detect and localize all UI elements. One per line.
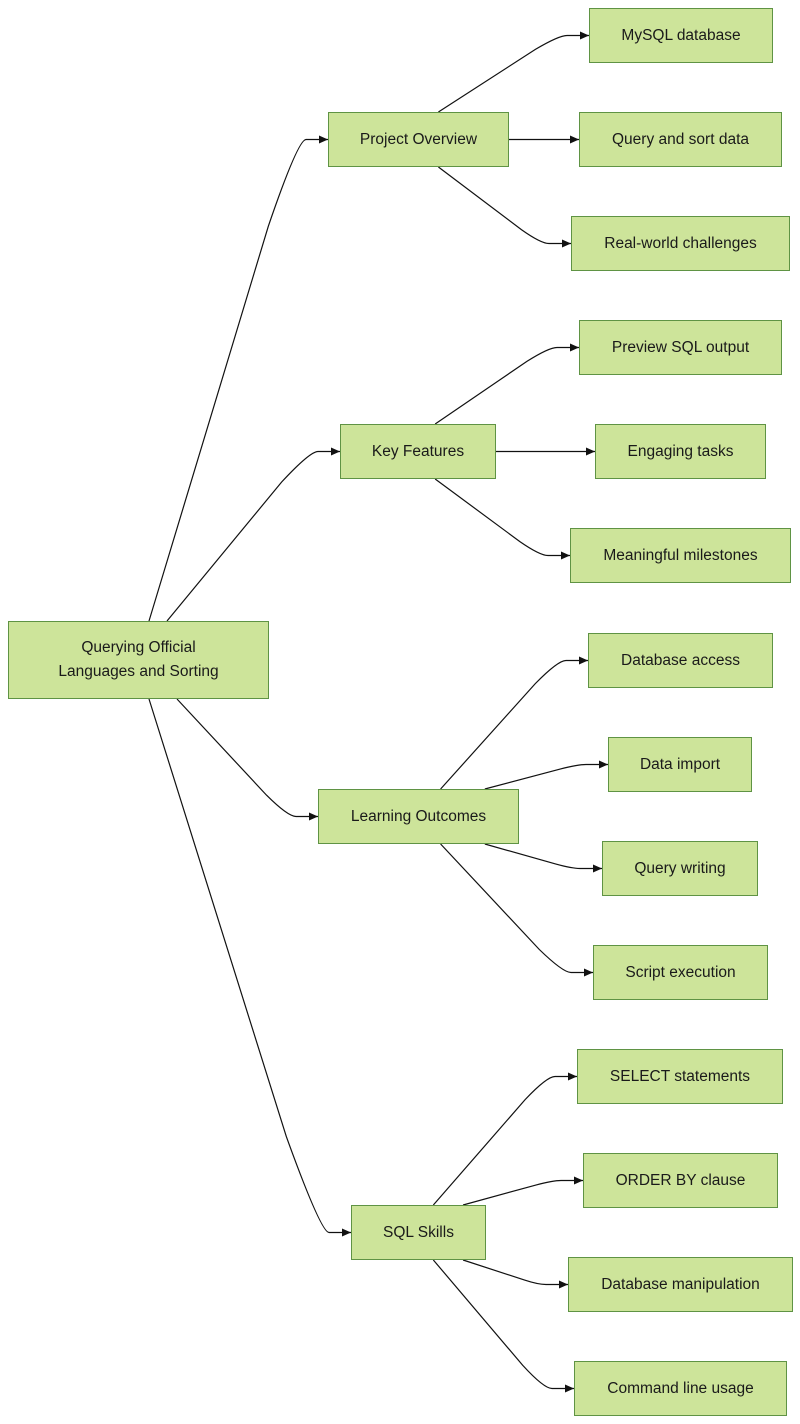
leaf-node-real-world-challenges[interactable]: Real-world challenges bbox=[571, 216, 790, 271]
leaf-node-data-import[interactable]: Data import bbox=[608, 737, 752, 792]
node-label: Query writing bbox=[634, 859, 726, 877]
edge-sql-skills-to-order-by-clause bbox=[462, 1176, 583, 1206]
node-label: Project Overview bbox=[359, 130, 478, 148]
node-label: Script execution bbox=[625, 963, 736, 981]
node-label: Key Features bbox=[371, 442, 465, 460]
edge-root-to-project-overview bbox=[148, 135, 328, 622]
node-label: SQL Skills bbox=[383, 1223, 454, 1241]
edge-root-to-learning-outcomes bbox=[176, 698, 318, 821]
branch-node-sql-skills[interactable]: SQL Skills bbox=[351, 1205, 486, 1260]
edge-sql-skills-to-command-line-usage bbox=[432, 1259, 574, 1393]
branch-node-key-features[interactable]: Key Features bbox=[340, 424, 496, 479]
edge-root-to-sql-skills bbox=[148, 698, 351, 1237]
node-label: Database access bbox=[621, 651, 740, 669]
leaf-node-preview-sql-output[interactable]: Preview SQL output bbox=[579, 320, 782, 375]
leaf-node-order-by-clause[interactable]: ORDER BY clause bbox=[583, 1153, 778, 1208]
node-label: Query and sort data bbox=[612, 130, 749, 148]
node-label: Preview SQL output bbox=[611, 338, 750, 356]
node-label: SELECT statements bbox=[609, 1067, 751, 1085]
node-label: Learning Outcomes bbox=[350, 807, 487, 825]
edge-key-features-to-preview-sql-output bbox=[434, 343, 579, 425]
edge-project-overview-to-mysql-database bbox=[438, 31, 589, 113]
edge-learning-outcomes-to-data-import bbox=[484, 760, 608, 790]
leaf-node-database-manipulation[interactable]: Database manipulation bbox=[568, 1257, 793, 1312]
root-node[interactable]: Querying Official Languages and Sorting bbox=[8, 621, 269, 699]
leaf-node-script-execution[interactable]: Script execution bbox=[593, 945, 768, 1000]
node-label: Engaging tasks bbox=[627, 442, 734, 460]
leaf-node-meaningful-milestones[interactable]: Meaningful milestones bbox=[570, 528, 791, 583]
node-label: Command line usage bbox=[607, 1379, 754, 1397]
edge-sql-skills-to-select-statements bbox=[432, 1072, 577, 1206]
leaf-node-command-line-usage[interactable]: Command line usage bbox=[574, 1361, 787, 1416]
root-node-label: Querying Official Languages and Sorting bbox=[58, 639, 219, 680]
edge-learning-outcomes-to-database-access bbox=[440, 656, 588, 790]
node-label: Meaningful milestones bbox=[603, 546, 758, 564]
branch-node-project-overview[interactable]: Project Overview bbox=[328, 112, 509, 167]
leaf-node-query-and-sort-data[interactable]: Query and sort data bbox=[579, 112, 782, 167]
edge-learning-outcomes-to-query-writing bbox=[484, 843, 602, 873]
node-label: ORDER BY clause bbox=[615, 1171, 746, 1189]
node-label: Real-world challenges bbox=[604, 234, 757, 252]
leaf-node-mysql-database[interactable]: MySQL database bbox=[589, 8, 773, 63]
edge-learning-outcomes-to-script-execution bbox=[440, 843, 593, 977]
edge-project-overview-to-real-world-challenges bbox=[438, 166, 571, 248]
node-label: Data import bbox=[639, 755, 721, 773]
leaf-node-engaging-tasks[interactable]: Engaging tasks bbox=[595, 424, 766, 479]
leaf-node-select-statements[interactable]: SELECT statements bbox=[577, 1049, 783, 1104]
node-label: Database manipulation bbox=[601, 1275, 760, 1293]
edge-sql-skills-to-database-manipulation bbox=[462, 1259, 568, 1289]
node-label: MySQL database bbox=[621, 26, 741, 44]
branch-node-learning-outcomes[interactable]: Learning Outcomes bbox=[318, 789, 519, 844]
leaf-node-database-access[interactable]: Database access bbox=[588, 633, 773, 688]
leaf-node-query-writing[interactable]: Query writing bbox=[602, 841, 758, 896]
edge-key-features-to-meaningful-milestones bbox=[434, 478, 570, 560]
